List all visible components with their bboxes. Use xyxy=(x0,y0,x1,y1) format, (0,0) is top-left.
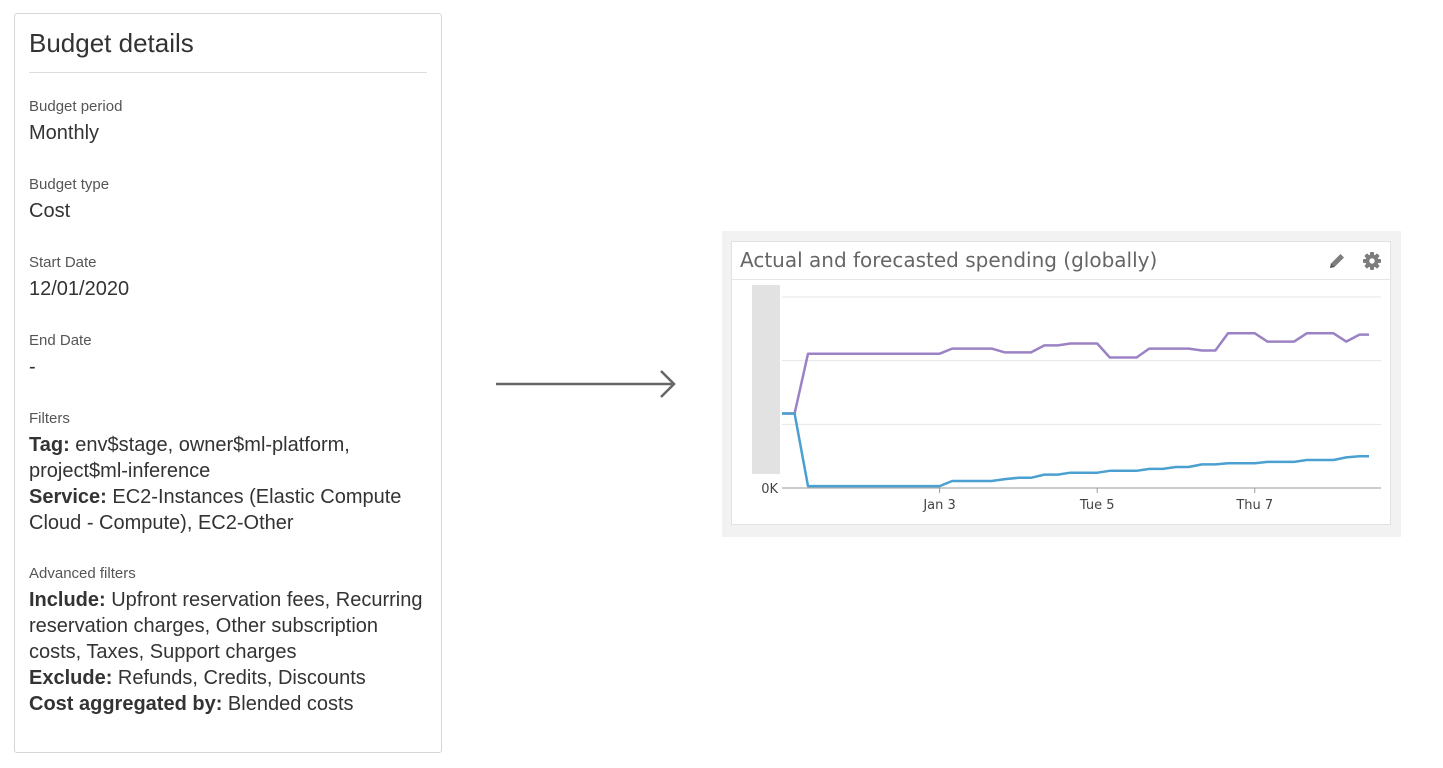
budget-details-panel: Budget details Budget period Monthly Bud… xyxy=(14,13,442,753)
advanced-filters-value: Include: Upfront reservation fees, Recur… xyxy=(29,587,427,717)
field-label: Budget type xyxy=(29,176,110,193)
x-tick-label: Thu 7 xyxy=(1235,498,1273,513)
y-tick-label: 0K xyxy=(761,482,778,497)
field-value: - xyxy=(29,356,36,378)
field-value: Cost xyxy=(29,200,71,222)
spending-chart: 0K Jan 3 Tue 5 Thu 7 xyxy=(752,285,1381,513)
exclude-key: Exclude: xyxy=(29,667,113,689)
field-label: Filters xyxy=(29,410,70,427)
end-date-field: End Date - xyxy=(29,332,427,380)
aggregated-value: Blended costs xyxy=(222,693,354,715)
start-date-field: Start Date 12/01/2020 xyxy=(29,254,427,302)
aggregated-key: Cost aggregated by: xyxy=(29,693,223,715)
spending-widget: Actual and forecasted spending (globally… xyxy=(731,241,1391,525)
field-value: 12/01/2020 xyxy=(29,278,130,300)
field-label: Budget period xyxy=(29,98,123,115)
field-label: Advanced filters xyxy=(29,565,136,582)
exclude-value: Refunds, Credits, Discounts xyxy=(112,667,366,689)
x-tick-label: Jan 3 xyxy=(922,498,955,513)
service-key: Service: xyxy=(29,486,107,508)
advanced-filters-field: Advanced filters Include: Upfront reserv… xyxy=(29,565,427,717)
series-line-1 xyxy=(782,332,1369,415)
filters-field: Filters Tag: env$stage, owner$ml-platfor… xyxy=(29,410,427,536)
field-label: Start Date xyxy=(29,254,97,271)
budget-period-field: Budget period Monthly xyxy=(29,98,427,146)
include-key: Include: xyxy=(29,589,106,611)
x-tick-label: Tue 5 xyxy=(1079,498,1115,513)
filters-value: Tag: env$stage, owner$ml-platform, proje… xyxy=(29,432,427,536)
panel-title: Budget details xyxy=(29,28,194,58)
shaded-region xyxy=(752,285,780,474)
tag-value: env$stage, owner$ml-platform, project$ml… xyxy=(29,434,350,482)
tag-key: Tag: xyxy=(29,434,70,456)
right-arrow-icon xyxy=(496,370,676,398)
divider xyxy=(29,72,427,73)
field-label: End Date xyxy=(29,332,92,349)
budget-type-field: Budget type Cost xyxy=(29,176,427,224)
field-value: Monthly xyxy=(29,122,100,144)
